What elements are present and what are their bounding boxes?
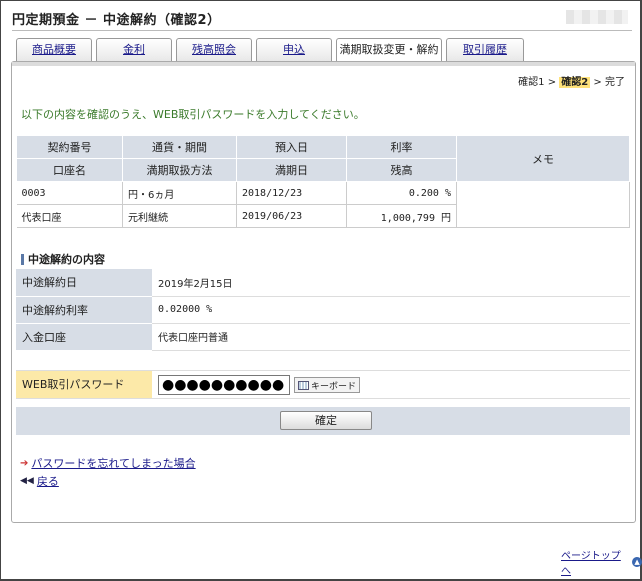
tab-interest-rate[interactable]: 金利 bbox=[96, 38, 172, 61]
tab-maturity-change-cancel[interactable]: 満期取扱変更・解約 bbox=[336, 38, 442, 63]
cell-contract-no: 0003 bbox=[16, 181, 123, 205]
header-maturity-date: 満期日 bbox=[236, 158, 347, 182]
section-heading-text: 中途解約の内容 bbox=[28, 253, 105, 266]
header-maturity-method: 満期取扱方法 bbox=[122, 158, 237, 182]
header-account-name: 口座名 bbox=[16, 158, 123, 182]
header-rate: 利率 bbox=[346, 135, 457, 159]
keyboard-icon bbox=[298, 380, 309, 390]
tab-transaction-history[interactable]: 取引履歴 bbox=[446, 38, 524, 61]
header-deposit-date: 預入日 bbox=[236, 135, 347, 159]
label-cancel-rate: 中途解約利率 bbox=[16, 296, 152, 324]
arrow-up-icon[interactable]: ▲ bbox=[632, 557, 642, 567]
step-complete: 完了 bbox=[605, 77, 625, 88]
instruction-text: 以下の内容を確認のうえ、WEB取引パスワードを入力してください。 bbox=[21, 108, 365, 121]
double-arrow-left-icon: ◀◀ bbox=[20, 476, 34, 486]
page-top-link[interactable]: ページトップへ bbox=[561, 547, 630, 577]
tab-balance-inquiry[interactable]: 残高照会 bbox=[176, 38, 252, 61]
header-memo: メモ bbox=[456, 135, 630, 182]
cell-maturity-method: 元利継続 bbox=[122, 204, 237, 228]
value-cancel-date: 2019年2月15日 bbox=[152, 269, 630, 297]
table-row: 入金口座 代表口座円普通 bbox=[16, 323, 630, 351]
cell-balance: 1,000,799 円 bbox=[346, 204, 457, 228]
value-cancel-rate: 0.02000 % bbox=[152, 296, 630, 324]
cancel-details-table: 中途解約日 2019年2月15日 中途解約利率 0.02000 % 入金口座 代… bbox=[16, 269, 630, 351]
title-divider bbox=[12, 30, 632, 31]
cell-account-name: 代表口座 bbox=[16, 204, 123, 228]
tab-product-overview[interactable]: 商品概要 bbox=[16, 38, 92, 61]
confirm-bar: 確定 bbox=[16, 407, 630, 435]
tab-application[interactable]: 申込 bbox=[256, 38, 332, 61]
blurred-header-area bbox=[566, 10, 628, 24]
panel-top-strip bbox=[12, 62, 635, 66]
page-top-row: ページトップへ ▲ bbox=[561, 547, 642, 577]
step-confirm2-current: 確認2 bbox=[559, 77, 591, 88]
tab-bar: 商品概要 金利 残高照会 申込 満期取扱変更・解約 取引履歴 bbox=[16, 38, 524, 63]
table-row: 0003 円・6ヵ月 2018/12/23 0.200 % bbox=[16, 181, 630, 228]
cell-rate: 0.200 % bbox=[346, 181, 457, 205]
cell-currency-term: 円・6ヵ月 bbox=[122, 181, 237, 205]
confirm-button[interactable]: 確定 bbox=[280, 411, 372, 430]
table-row: 中途解約利率 0.02000 % bbox=[16, 296, 630, 324]
forgot-password-row: ➔ パスワードを忘れてしまった場合 bbox=[20, 455, 196, 471]
header-contract-no: 契約番号 bbox=[16, 135, 123, 159]
password-label: WEB取引パスワード bbox=[16, 371, 152, 398]
section-heading: 中途解約の内容 bbox=[21, 251, 105, 267]
password-input[interactable] bbox=[158, 375, 290, 395]
label-deposit-account: 入金口座 bbox=[16, 323, 152, 351]
deposit-table: 契約番号 通貨・期間 預入日 利率 メモ 口座名 満期取扱方法 満期日 残高 0… bbox=[16, 135, 630, 228]
forgot-password-link[interactable]: パスワードを忘れてしまった場合 bbox=[31, 455, 195, 471]
software-keyboard-button[interactable]: キーボード bbox=[294, 377, 361, 393]
section-marker-icon bbox=[21, 253, 24, 265]
step-confirm1: 確認1 bbox=[518, 77, 545, 88]
cell-memo bbox=[456, 181, 630, 228]
cell-deposit-date: 2018/12/23 bbox=[236, 181, 347, 205]
back-link[interactable]: 戻る bbox=[37, 473, 59, 489]
step-separator: > bbox=[593, 77, 602, 88]
table-row: 中途解約日 2019年2月15日 bbox=[16, 269, 630, 297]
label-cancel-date: 中途解約日 bbox=[16, 269, 152, 297]
keyboard-button-label: キーボード bbox=[311, 381, 357, 392]
content-panel: 確認1 > 確認2 > 完了 以下の内容を確認のうえ、WEB取引パスワードを入力… bbox=[11, 61, 636, 523]
step-separator: > bbox=[547, 77, 557, 88]
page-title: 円定期預金 － 中途解約（確認2） bbox=[12, 13, 221, 28]
value-deposit-account: 代表口座円普通 bbox=[152, 323, 630, 351]
header-balance: 残高 bbox=[346, 158, 457, 182]
header-currency-term: 通貨・期間 bbox=[122, 135, 237, 159]
arrow-right-icon: ➔ bbox=[20, 457, 29, 469]
password-row: WEB取引パスワード キーボード bbox=[16, 370, 630, 399]
cell-maturity-date: 2019/06/23 bbox=[236, 204, 347, 228]
step-indicator: 確認1 > 確認2 > 完了 bbox=[518, 73, 625, 88]
back-row: ◀◀ 戻る bbox=[20, 473, 59, 489]
